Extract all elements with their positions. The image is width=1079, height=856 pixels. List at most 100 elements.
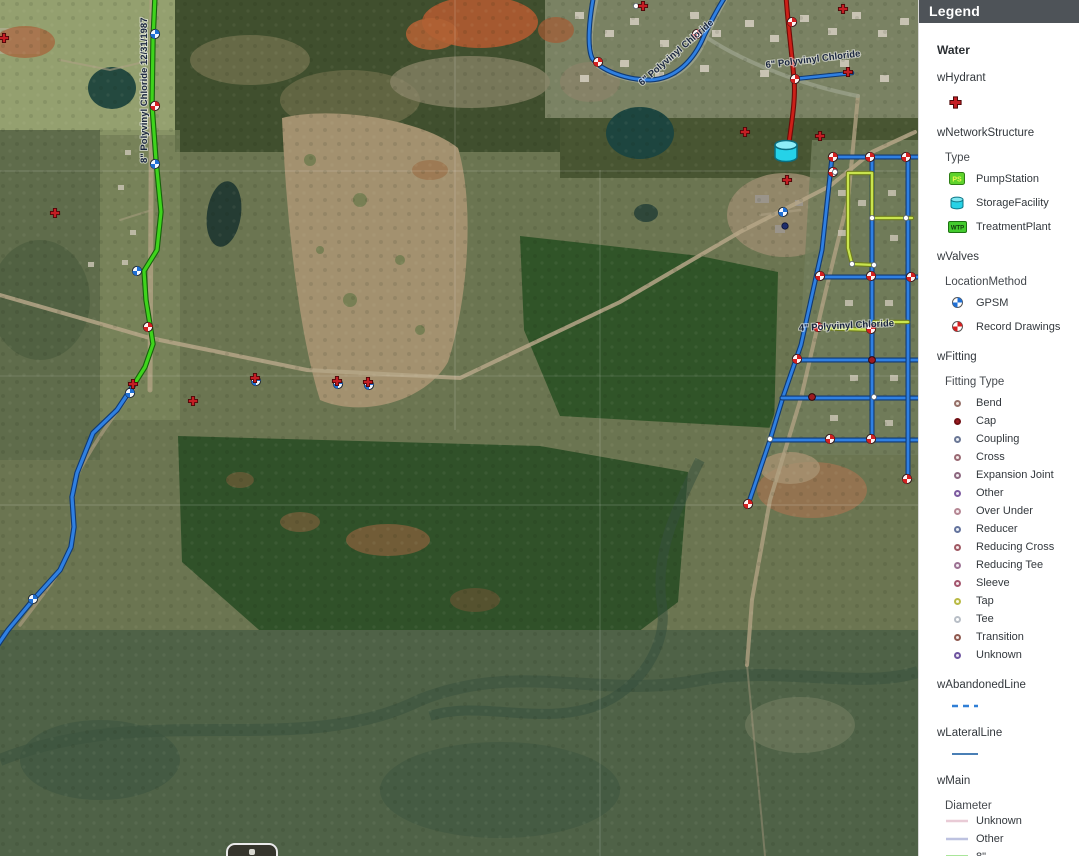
legend-item-label: Record Drawings xyxy=(976,321,1060,333)
pipe-label: 8" Polyvinyl Chloride 12/31/1987 xyxy=(139,18,150,164)
legend-item-label: Unknown xyxy=(976,649,1022,661)
tee-marker xyxy=(869,215,874,220)
legend-item-label: TreatmentPlant xyxy=(976,221,1051,233)
fitting-icon-reducer xyxy=(954,526,961,533)
gpsm-valve-marker xyxy=(132,266,141,275)
legend-item-label: StorageFacility xyxy=(976,197,1049,209)
fitting-icon-bend xyxy=(954,400,961,407)
fitting-icon-cap xyxy=(954,418,961,425)
legend-item-label: Reducing Tee xyxy=(976,559,1043,571)
map-svg: 6" Polyvinyl Chloride6" Polyvinyl Chlori… xyxy=(0,0,918,856)
hydrant-icon xyxy=(949,96,962,109)
fitting-icon-sleeve xyxy=(954,580,961,587)
record-valve-marker xyxy=(790,74,799,83)
legend-panel: Legend Water wHydrant wNetworkStructure … xyxy=(918,0,1079,856)
record-valve-marker xyxy=(143,322,152,331)
record-valve-marker xyxy=(865,152,874,161)
legend-item-label: Other xyxy=(976,487,1004,499)
tee-marker xyxy=(871,262,876,267)
fitting-icon-other xyxy=(954,490,961,497)
legend-item-label: Cross xyxy=(976,451,1005,463)
field-diameter: Diameter xyxy=(945,800,1073,812)
legend-title: Legend xyxy=(919,0,1079,23)
fitting-icon-transition xyxy=(954,634,961,641)
storage-tank-icon xyxy=(775,141,797,162)
legend-item-label: Reducer xyxy=(976,523,1018,535)
record-valve-marker xyxy=(825,434,834,443)
legend-item-label: Bend xyxy=(976,397,1002,409)
map-tool-button[interactable] xyxy=(226,843,278,856)
cap-marker xyxy=(869,357,876,364)
legend-item-label: Unknown xyxy=(976,815,1022,827)
record-drawings-valve-icon xyxy=(951,320,964,333)
legend-item-label: Over Under xyxy=(976,505,1033,517)
map-tool-icon xyxy=(249,849,255,855)
layer-wmain: wMain xyxy=(937,775,1073,787)
field-type: Type xyxy=(945,152,1073,164)
unknown-fitting-marker xyxy=(782,223,788,229)
legend-item-label: 8" xyxy=(976,851,986,856)
legend-item-label: Coupling xyxy=(976,433,1019,445)
tee-marker xyxy=(903,215,908,220)
treatmentplant-icon: WTP xyxy=(948,221,967,233)
layer-wfitting: wFitting xyxy=(937,351,1073,363)
gpsm-valve-marker xyxy=(150,159,159,168)
legend-item-label: Cap xyxy=(976,415,996,427)
tee-marker xyxy=(871,394,876,399)
abandoned-line-icon xyxy=(951,703,979,709)
fitting-icon-tee xyxy=(954,616,961,623)
tee-marker xyxy=(767,436,772,441)
legend-item-label: Other xyxy=(976,833,1004,845)
tee-marker xyxy=(832,169,837,174)
fitting-icon-over-under xyxy=(954,508,961,515)
record-valve-marker xyxy=(815,271,824,280)
storagefacility-icon xyxy=(949,195,965,211)
record-valve-marker xyxy=(743,499,752,508)
main-other-line-icon xyxy=(945,836,969,842)
satellite-basemap xyxy=(0,0,918,856)
tee-marker xyxy=(849,261,854,266)
legend-item-label: GPSM xyxy=(976,297,1008,309)
record-valve-marker xyxy=(787,17,796,26)
fitting-icon-expansion-joint xyxy=(954,472,961,479)
legend-item-label: Transition xyxy=(976,631,1024,643)
fitting-icon-reducing-cross xyxy=(954,544,961,551)
field-fitting-type: Fitting Type xyxy=(945,376,1073,388)
gpsm-valve-marker xyxy=(150,29,159,38)
storage-tank-marker xyxy=(775,141,797,162)
gpsm-valve-marker xyxy=(778,207,787,216)
record-valve-marker xyxy=(902,474,911,483)
gpsm-valve-marker xyxy=(125,388,134,397)
gpsm-valve-icon xyxy=(951,296,964,309)
record-valve-marker xyxy=(593,57,602,66)
gpsm-valve-marker xyxy=(28,594,37,603)
record-valve-marker xyxy=(901,152,910,161)
legend-item-label: Tee xyxy=(976,613,994,625)
fitting-icon-reducing-tee xyxy=(954,562,961,569)
layer-wabandonedline: wAbandonedLine xyxy=(937,679,1073,691)
record-valve-marker xyxy=(866,434,875,443)
layer-wnetworkstructure: wNetworkStructure xyxy=(937,127,1073,139)
legend-item-label: Tap xyxy=(976,595,994,607)
legend-item-label: Sleeve xyxy=(976,577,1010,589)
record-valve-marker xyxy=(866,271,875,280)
fitting-icon-unknown xyxy=(954,652,961,659)
fitting-icon-tap xyxy=(954,598,961,605)
cap-marker xyxy=(809,394,816,401)
record-valve-marker xyxy=(828,152,837,161)
legend-group-water: Water xyxy=(937,43,1073,57)
fitting-icon-coupling xyxy=(954,436,961,443)
record-valve-marker xyxy=(906,272,915,281)
legend-item-label: PumpStation xyxy=(976,173,1039,185)
pumpstation-icon: PS xyxy=(949,172,965,185)
map-viewport[interactable]: 6" Polyvinyl Chloride6" Polyvinyl Chlori… xyxy=(0,0,918,856)
svg-text:PS: PS xyxy=(952,177,962,184)
layer-wvalves: wValves xyxy=(937,251,1073,263)
legend-item-label: Reducing Cross xyxy=(976,541,1054,553)
record-valve-marker xyxy=(792,354,801,363)
fitting-icon-cross xyxy=(954,454,961,461)
app-window: 6" Polyvinyl Chloride6" Polyvinyl Chlori… xyxy=(0,0,1079,856)
legend-item-label: Expansion Joint xyxy=(976,469,1054,481)
svg-text:WTP: WTP xyxy=(950,225,963,231)
tee-marker xyxy=(633,3,638,8)
